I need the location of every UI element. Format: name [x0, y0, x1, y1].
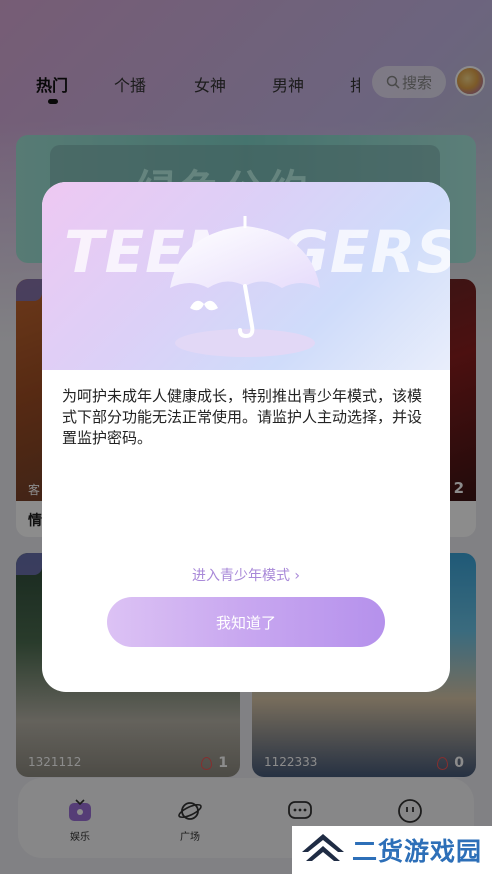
enter-teen-mode-link[interactable]: 进入青少年模式 › [42, 565, 450, 585]
acknowledge-label: 我知道了 [215, 613, 276, 632]
dialog-hero: TEENAGERS [42, 182, 450, 370]
umbrella-icon [170, 216, 320, 357]
teen-mode-dialog: TEENAGERS 为呵护未成年人健康成长，特别推出青少年模式，该模式下部分功能… [42, 182, 450, 692]
enter-teen-mode-label: 进入青少年模式 [191, 568, 290, 584]
watermark-text: 二货游戏园 [352, 837, 483, 866]
dialog-message: 为呵护未成年人健康成长，特别推出青少年模式，该模式下部分功能无法正常使用。请监护… [62, 387, 423, 447]
chevron-right-icon: › [294, 568, 301, 584]
watermark-logo-icon [302, 834, 344, 861]
site-watermark: 二货游戏园 [292, 826, 492, 874]
acknowledge-button[interactable]: 我知道了 [107, 597, 385, 647]
